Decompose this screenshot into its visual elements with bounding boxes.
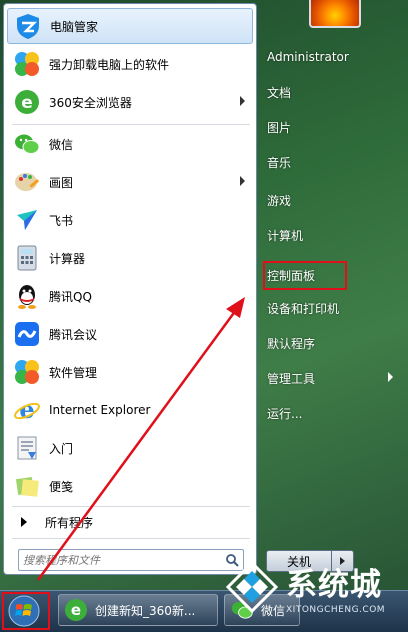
program-label: 电脑管家	[50, 19, 99, 34]
program-item-getting-started[interactable]: 入门	[7, 430, 253, 466]
program-item-pc-manager[interactable]: 电脑管家	[7, 8, 253, 44]
submenu-arrow-icon	[240, 96, 245, 106]
separator	[12, 538, 250, 539]
right-item-games[interactable]: 游戏	[267, 186, 291, 214]
uninstaller-icon	[11, 48, 43, 80]
right-item-label: 音乐	[267, 155, 292, 170]
user-name: Administrator	[267, 50, 349, 64]
submenu-arrow-icon	[388, 372, 393, 382]
right-item-documents[interactable]: 文档	[267, 78, 291, 106]
user-avatar[interactable]	[309, 0, 361, 28]
program-label: 计算器	[49, 251, 86, 266]
right-arrow-icon	[21, 517, 27, 527]
all-programs-label: 所有程序	[45, 515, 94, 530]
separator	[12, 124, 250, 125]
program-label: 微信	[49, 137, 74, 152]
right-item-pictures[interactable]: 图片	[267, 113, 291, 141]
right-item-label: 图片	[267, 120, 292, 135]
right-item-label: 运行...	[267, 406, 303, 421]
right-item-user[interactable]: Administrator	[267, 43, 349, 71]
submenu-arrow-icon	[240, 176, 245, 186]
program-item-software-manager[interactable]: 软件管理	[7, 354, 253, 390]
svg-text:e: e	[21, 93, 33, 113]
program-label: 飞书	[49, 213, 74, 228]
right-item-music[interactable]: 音乐	[267, 148, 291, 176]
program-item-tencent-meeting[interactable]: 腾讯会议	[7, 316, 253, 352]
right-item-default-programs[interactable]: 默认程序	[267, 329, 315, 357]
program-item-internet-explorer[interactable]: e Internet Explorer	[7, 392, 253, 428]
tencent-pc-manager-icon	[12, 10, 44, 42]
programs-pane: 电脑管家 强力卸载电脑上的软件 e 360安全浏览器 微信 画图 飞书 计算器 …	[3, 3, 257, 575]
highlight-box	[2, 592, 50, 630]
search-box[interactable]	[18, 549, 244, 571]
right-item-label: 设备和打印机	[267, 301, 340, 316]
360-browser-icon: e	[63, 597, 89, 623]
sticky-notes-icon	[11, 470, 43, 502]
feishu-icon	[11, 204, 43, 236]
calculator-icon	[11, 242, 43, 274]
right-item-computer[interactable]: 计算机	[267, 221, 303, 249]
right-item-label: 游戏	[267, 193, 292, 208]
right-item-devices-printers[interactable]: 设备和打印机	[267, 294, 339, 322]
program-item-360-browser[interactable]: e 360安全浏览器	[7, 84, 253, 120]
360-browser-icon: e	[11, 86, 43, 118]
svg-text:e: e	[19, 396, 34, 424]
program-label: 腾讯会议	[49, 327, 98, 342]
right-item-label: 文档	[267, 85, 292, 100]
paint-icon	[11, 166, 43, 198]
program-label: 画图	[49, 175, 74, 190]
watermark-logo-icon	[225, 560, 279, 614]
highlight-box	[263, 261, 347, 290]
right-item-label: 计算机	[267, 228, 304, 243]
program-item-calculator[interactable]: 计算器	[7, 240, 253, 276]
program-label: Internet Explorer	[49, 403, 151, 417]
program-item-qq[interactable]: 腾讯QQ	[7, 278, 253, 314]
separator	[12, 506, 250, 507]
program-label: 强力卸载电脑上的软件	[49, 57, 170, 72]
program-item-sticky-notes[interactable]: 便笺	[7, 468, 253, 504]
program-label: 软件管理	[49, 365, 98, 380]
watermark-subtitle: XITONGCHENG.COM	[286, 605, 386, 615]
getting-started-icon	[11, 432, 43, 464]
program-label: 腾讯QQ	[49, 289, 92, 304]
program-item-feishu[interactable]: 飞书	[7, 202, 253, 238]
all-programs-button[interactable]: 所有程序	[7, 508, 253, 536]
svg-text:e: e	[71, 601, 81, 619]
program-item-uninstaller[interactable]: 强力卸载电脑上的软件	[7, 46, 253, 82]
program-label: 入门	[49, 441, 74, 456]
program-item-wechat[interactable]: 微信	[7, 126, 253, 162]
taskbar-button-label: 创建新知_360新...	[95, 603, 196, 618]
right-item-admin-tools[interactable]: 管理工具	[267, 364, 315, 392]
search-input[interactable]	[19, 552, 221, 568]
internet-explorer-icon: e	[11, 394, 43, 426]
tencent-meeting-icon	[11, 318, 43, 350]
software-manager-icon	[11, 356, 43, 388]
program-item-paint[interactable]: 画图	[7, 164, 253, 200]
right-item-label: 默认程序	[267, 336, 316, 351]
taskbar-button-360-browser[interactable]: e 创建新知_360新...	[58, 594, 218, 626]
site-watermark: 系统城 XITONGCHENG.COM	[222, 553, 408, 623]
qq-icon	[11, 280, 43, 312]
right-item-run[interactable]: 运行...	[267, 399, 302, 427]
watermark-title: 系统城	[286, 567, 382, 603]
wechat-icon	[11, 128, 43, 160]
program-label: 便笺	[49, 479, 74, 494]
right-item-label: 管理工具	[267, 371, 316, 386]
program-label: 360安全浏览器	[49, 95, 132, 110]
